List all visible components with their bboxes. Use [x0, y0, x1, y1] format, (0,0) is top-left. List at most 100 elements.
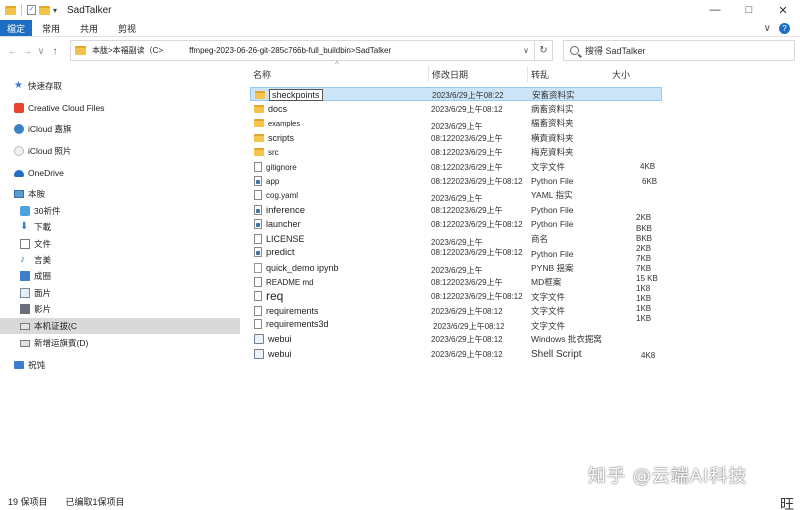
- file-row-launcher[interactable]: launcher 08:122023/6/29上午08:12 Python Fi…: [250, 217, 662, 231]
- file-name-cell: quick_demo ipynb: [254, 261, 339, 275]
- breadcrumb-root[interactable]: 本胧>本福副读（C>: [92, 46, 163, 55]
- sidebar-item-pictures[interactable]: 面片: [0, 285, 240, 301]
- file-row-license[interactable]: LICENSE 2023/6/29上午 商名: [250, 232, 662, 247]
- recent-locations-button[interactable]: ∨: [34, 46, 48, 57]
- expand-ribbon-chevron-icon[interactable]: ∨: [764, 23, 771, 34]
- file-row-docs[interactable]: docs 2023/6/29上午08:12 病畜资料实: [250, 102, 662, 116]
- file-row-requirements[interactable]: requirements 2023/6/29上午08:12 文字文件: [250, 304, 662, 318]
- file-row-quick-demo[interactable]: quick_demo ipynb 2023/6/29上午 PYNB 揺案: [250, 261, 662, 275]
- refresh-button[interactable]: ↻: [534, 40, 552, 61]
- address-history-dropdown[interactable]: ∨: [518, 46, 534, 55]
- sidebar-item-3d-objects[interactable]: 30祈件: [0, 203, 240, 219]
- file-type: Shell Script: [531, 348, 582, 360]
- file-row-scripts[interactable]: scripts 08:122023/6/29上午 横責資料夹: [250, 131, 662, 145]
- close-button[interactable]: ✕: [766, 0, 800, 20]
- sidebar-item-label: OneDrive: [28, 168, 64, 178]
- sidebar-item-quick-access[interactable]: ★ 快速存取: [0, 78, 240, 94]
- file-row-webui-sh[interactable]: webui 2023/6/29上午08:12 Shell Script: [250, 347, 662, 361]
- address-bar[interactable]: 本胧>本福副读（C> ffmpeg-2023-06-26-git-285c766b…: [70, 40, 553, 61]
- file-date: 2023/6/29上午08:22: [432, 90, 504, 100]
- file-size: BKB: [636, 224, 653, 233]
- sidebar-item-this-pc[interactable]: 本胺: [0, 186, 240, 202]
- file-date: 08:122023/6/29上午: [431, 162, 503, 172]
- file-row-readme[interactable]: README md 08:122023/6/29上午 MD框案: [250, 275, 662, 289]
- search-input[interactable]: [585, 45, 785, 56]
- sidebar-item-videos[interactable]: 影片: [0, 301, 240, 317]
- tab-home[interactable]: 常用: [32, 20, 70, 36]
- up-button[interactable]: ↑: [48, 46, 62, 57]
- file-row-webui-bat[interactable]: webui 2023/6/29上午08:12 Windows 批衣掘窝: [250, 332, 662, 346]
- column-divider[interactable]: [428, 66, 429, 82]
- file-type: 安畜资料实: [532, 90, 575, 100]
- new-folder-icon[interactable]: [39, 5, 50, 15]
- file-name-cell: webui: [254, 332, 292, 346]
- sidebar-item-desktop[interactable]: 成圈: [0, 268, 240, 284]
- file-icon: [254, 306, 262, 316]
- file-row-examples[interactable]: examples 2023/6/29上午 楅畜资料夹: [250, 116, 662, 131]
- sidebar-item-network[interactable]: 祝饨: [0, 357, 240, 373]
- file-row-cog-yaml[interactable]: cog.yaml 2023/6/29上午 YAML 指实: [250, 188, 662, 203]
- column-divider[interactable]: [527, 66, 528, 82]
- window-title: SadTalker: [67, 4, 112, 16]
- file-row-src[interactable]: src 08:122023/6/29上午 梅克資料夹: [250, 145, 662, 159]
- maximize-button[interactable]: □: [732, 0, 766, 20]
- folder-icon: [254, 148, 264, 156]
- sidebar-item-creative-cloud[interactable]: Creative Cloud Files: [0, 100, 240, 116]
- forward-button[interactable]: →: [20, 46, 34, 57]
- python-file-icon: [254, 205, 262, 215]
- file-row-checkpoints[interactable]: sheckpoints 2023/6/29上午08:22 安畜资料实: [250, 87, 662, 101]
- minimize-button[interactable]: —: [698, 0, 732, 20]
- sidebar-item-documents[interactable]: 文件: [0, 236, 240, 252]
- properties-icon[interactable]: ✓: [27, 5, 36, 15]
- ribbon-tabs: 檔定 常用 共用 剪视 ∨ ?: [0, 20, 800, 37]
- file-type: 楅畜资料夹: [531, 118, 574, 128]
- rename-input[interactable]: sheckpoints: [269, 89, 323, 101]
- file-size: 7KB: [636, 264, 652, 273]
- file-size: 2KB: [636, 213, 652, 222]
- sidebar-item-onedrive[interactable]: OneDrive: [0, 165, 240, 181]
- column-header-name[interactable]: 名称: [253, 68, 271, 81]
- file-type: Windows 批衣掘窝: [531, 334, 602, 344]
- file-row-req[interactable]: req 08:122023/6/29上午08:12 文字文件: [250, 289, 662, 303]
- sidebar-item-music[interactable]: ♪ 言美: [0, 252, 240, 268]
- file-date: 08:122023/6/29上午: [431, 147, 503, 157]
- sidebar-item-icloud-photos[interactable]: iCloud 照片: [0, 143, 240, 159]
- file-name-cell: app: [254, 174, 279, 188]
- sidebar-item-icloud-drive[interactable]: iCloud 嘉旗: [0, 121, 240, 137]
- help-icon[interactable]: ?: [779, 22, 790, 34]
- file-type: Python File: [531, 176, 574, 186]
- file-row-requirements3d[interactable]: requirements3d 2023/6/29上午08:12 文字文件: [250, 317, 662, 331]
- sidebar-item-drive-d[interactable]: 新增运旗賓(D): [0, 335, 240, 351]
- column-header-type[interactable]: 转乱: [531, 68, 549, 81]
- file-row-gitignore[interactable]: gitignore 08:122023/6/29上午 文字文件: [250, 160, 662, 174]
- sidebar-item-local-disk-c[interactable]: 本机证拔(C: [0, 318, 240, 334]
- column-header-date[interactable]: 修改日期: [432, 68, 468, 81]
- selected-count: 已编取1保项目: [65, 496, 125, 507]
- sidebar-item-label: 面片: [34, 288, 52, 298]
- file-row-predict[interactable]: predict 08:122023/6/29上午08:12 Python Fil…: [250, 245, 662, 259]
- customize-toolbar-dropdown[interactable]: ▾: [53, 6, 57, 15]
- breadcrumb[interactable]: 本胧>本福副读（C> ffmpeg-2023-06-26-git-285c766b…: [92, 45, 391, 56]
- tab-share[interactable]: 共用: [70, 20, 108, 36]
- search-icon: [570, 46, 579, 55]
- file-date: 2023/6/29上午08:12: [431, 349, 503, 359]
- file-type: Python File: [531, 249, 574, 259]
- back-button[interactable]: ←: [6, 46, 20, 57]
- folder-icon: [75, 46, 86, 55]
- file-name-cell: gitignore: [254, 160, 297, 174]
- sidebar-item-label: 祝饨: [28, 360, 46, 370]
- file-row-app[interactable]: app 08:122023/6/29上午08:12 Python File: [250, 174, 662, 188]
- file-type: Python File: [531, 219, 574, 229]
- tab-view[interactable]: 剪视: [108, 20, 146, 36]
- star-icon: ★: [14, 80, 23, 91]
- tab-file[interactable]: 檔定: [0, 20, 32, 36]
- file-row-inference[interactable]: inference 08:122023/6/29上午 Python File: [250, 203, 662, 217]
- view-toggle-icon[interactable]: 旺: [780, 494, 794, 510]
- python-file-icon: [254, 247, 262, 257]
- folder-icon: [254, 119, 264, 127]
- sidebar-item-label: 新增运旗賓(D): [34, 338, 89, 348]
- sidebar-item-downloads[interactable]: ⬇ 下載: [0, 219, 240, 235]
- column-header-size[interactable]: 大小: [612, 68, 630, 81]
- breadcrumb-path[interactable]: ffmpeg-2023-06-26-git-285c766b-full_buil…: [189, 46, 391, 55]
- search-box[interactable]: [563, 40, 795, 61]
